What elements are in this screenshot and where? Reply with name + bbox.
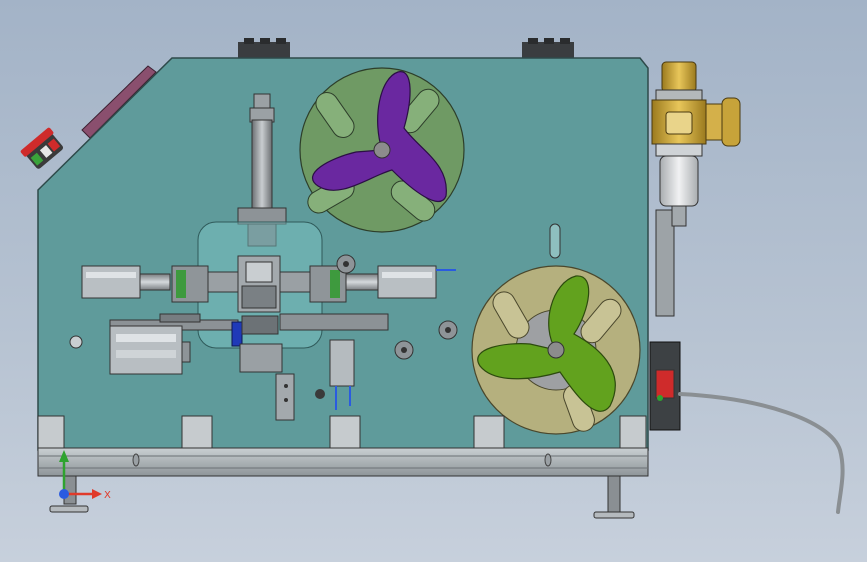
lower-left-slide[interactable] — [109, 325, 191, 375]
triad-x-label: X — [104, 490, 111, 501]
emergency-stop-icon[interactable] — [20, 127, 66, 171]
power-cable-icon — [678, 392, 845, 514]
top-hinge-right — [522, 38, 574, 58]
upper-reel[interactable] — [299, 67, 465, 233]
cad-viewport[interactable]: X — [0, 0, 867, 562]
leveling-feet — [49, 475, 635, 519]
right-cylinder[interactable] — [309, 265, 456, 303]
bottom-frame — [37, 447, 649, 477]
adjust-slot — [549, 223, 561, 259]
lower-reel[interactable] — [471, 265, 641, 435]
side-pillar — [655, 209, 675, 317]
side-switch-box[interactable] — [649, 341, 681, 431]
air-regulator-icon[interactable] — [651, 61, 741, 227]
top-hinge-left — [238, 38, 290, 58]
